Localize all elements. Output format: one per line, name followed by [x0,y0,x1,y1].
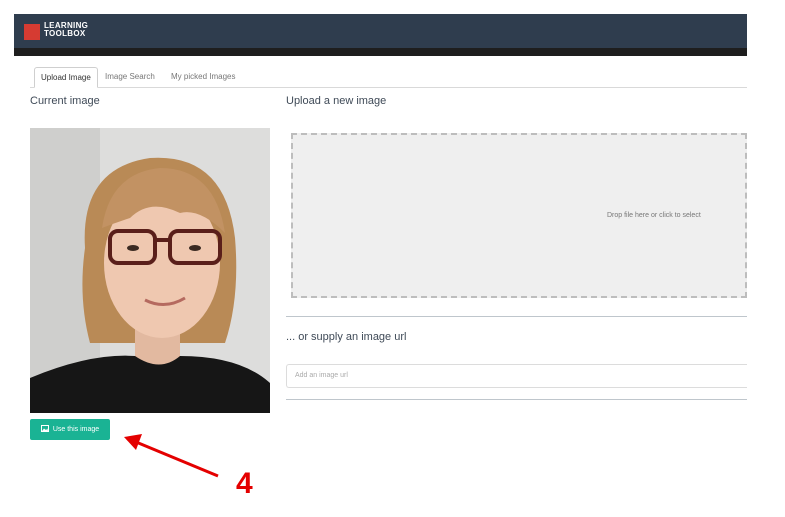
current-image [30,128,270,413]
image-url-input[interactable]: Add an image url [286,364,747,388]
header-stripe [14,48,747,56]
portrait-photo [30,128,270,413]
annotation-number: 4 [236,467,253,500]
image-icon [40,425,49,434]
logo-icon [24,24,40,40]
tab-image-search[interactable]: Image Search [99,67,161,87]
current-image-title: Current image [30,95,100,107]
dropzone-text: Drop file here or click to select [607,212,701,219]
use-this-image-label: Use this image [52,426,100,433]
tab-upload-image[interactable]: Upload Image [34,67,98,88]
app-header: LEARNING TOOLBOX [14,14,747,50]
annotation-arrow-icon [124,434,219,478]
tabs-underline [30,87,747,88]
image-url-title: ... or supply an image url [286,331,407,343]
tab-my-picked-images[interactable]: My picked Images [165,67,241,87]
logo-line-2: TOOLBOX [44,29,86,38]
upload-new-image-title: Upload a new image [286,95,387,107]
divider-bottom [286,399,747,400]
app-logo-text: LEARNING TOOLBOX [44,22,88,38]
divider-top [286,316,747,317]
use-this-image-button[interactable]: Use this image [30,419,110,440]
